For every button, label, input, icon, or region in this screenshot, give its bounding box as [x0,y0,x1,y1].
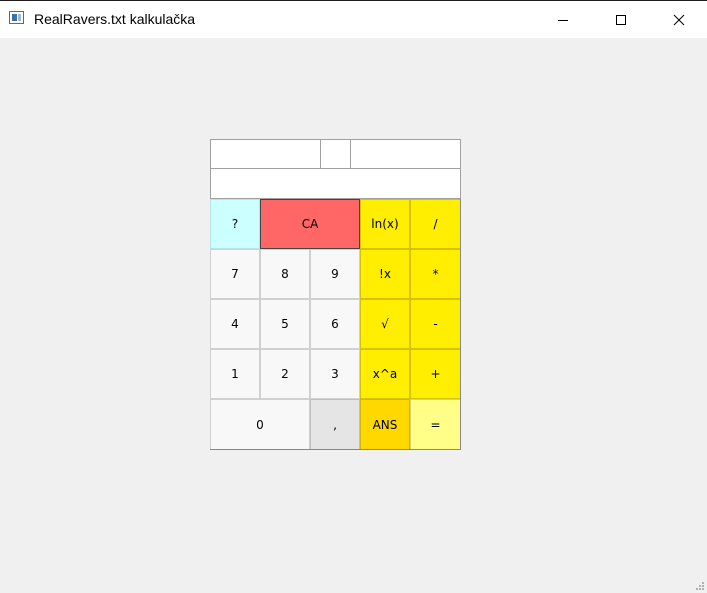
multiply-button[interactable]: * [410,249,461,299]
left-operand-field[interactable] [210,139,321,169]
maximize-button[interactable] [592,1,650,38]
comma-button[interactable]: , [310,399,360,450]
power-button[interactable]: x^a [360,349,410,399]
ln-button[interactable]: ln(x) [360,199,410,249]
divide-button[interactable]: / [410,199,461,249]
digit-8-button[interactable]: 8 [260,249,310,299]
digit-7-button[interactable]: 7 [210,249,260,299]
title-bar[interactable]: RealRavers.txt kalkulačka [0,1,707,38]
clear-all-button[interactable]: CA [260,199,360,249]
window-title: RealRavers.txt kalkulačka [34,11,196,27]
maximize-icon [616,14,626,25]
equals-button[interactable]: = [410,399,461,450]
add-button[interactable]: + [410,349,461,399]
operator-field[interactable] [320,139,351,169]
digit-6-button[interactable]: 6 [310,299,360,349]
close-button[interactable] [650,1,707,38]
input-display-row [210,139,461,169]
digit-2-button[interactable]: 2 [260,349,310,399]
digit-5-button[interactable]: 5 [260,299,310,349]
subtract-button[interactable]: - [410,299,461,349]
ans-button[interactable]: ANS [360,399,410,450]
square-root-button[interactable]: √ [360,299,410,349]
result-display[interactable] [210,168,461,199]
right-operand-field[interactable] [350,139,461,169]
digit-9-button[interactable]: 9 [310,249,360,299]
resize-grip-icon[interactable] [695,581,705,591]
digit-1-button[interactable]: 1 [210,349,260,399]
help-button[interactable]: ? [210,199,260,249]
digit-0-button[interactable]: 0 [210,399,310,450]
digit-3-button[interactable]: 3 [310,349,360,399]
notepad-window-icon [9,11,24,24]
minimize-button[interactable] [534,1,592,38]
digit-4-button[interactable]: 4 [210,299,260,349]
close-icon [673,14,685,25]
minimize-icon [558,19,568,21]
factorial-button[interactable]: !x [360,249,410,299]
calculator-window: RealRavers.txt kalkulačka ? CA ln(x) / 7 [0,0,707,593]
